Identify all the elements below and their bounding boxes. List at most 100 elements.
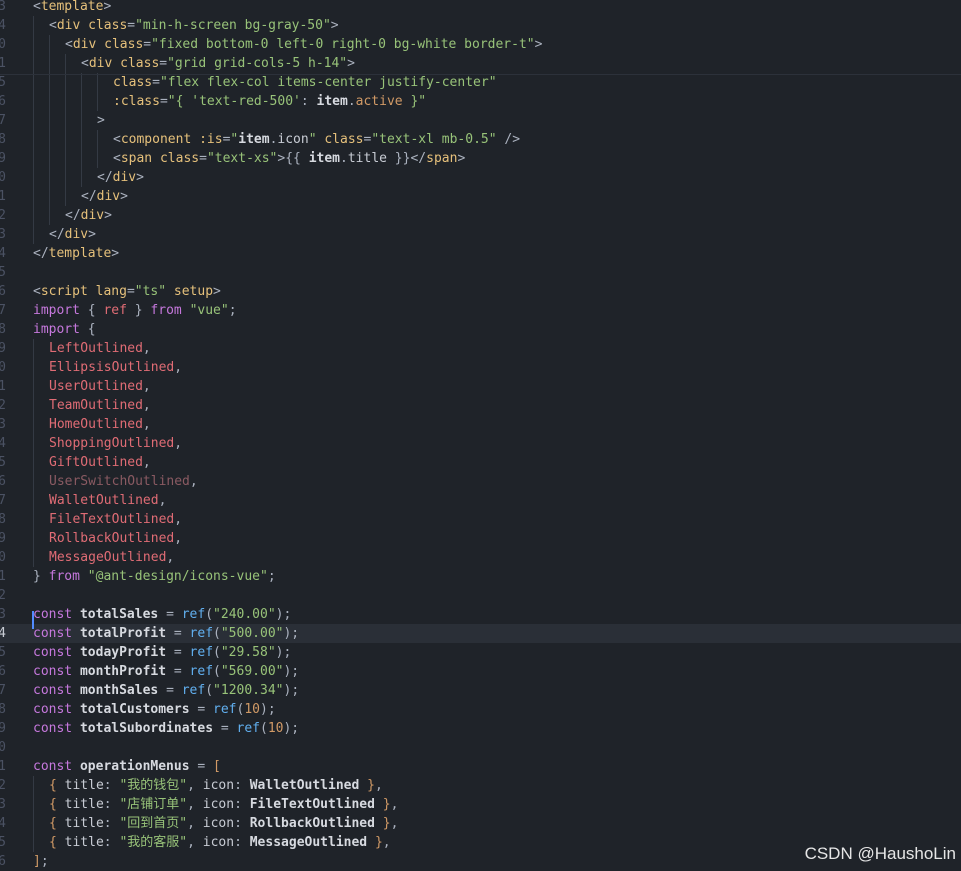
code-token: "500.00" (220, 626, 284, 641)
code-text: <div class="grid grid-cols-5 h-14"> (81, 54, 355, 73)
indent-guide (33, 35, 34, 54)
code-text: </template> (33, 244, 119, 263)
code-text: WalletOutlined, (49, 491, 166, 510)
line-number: 8 (0, 702, 6, 717)
code-token: title (347, 151, 387, 166)
code-token: = (158, 607, 182, 622)
code-token: ref (236, 721, 260, 736)
code-token: = (143, 37, 152, 52)
code-line[interactable]: 6 <script lang="ts" setup> (0, 282, 961, 301)
code-line[interactable]: 5 GiftOutlined, (0, 453, 961, 472)
code-token: } (367, 835, 383, 850)
code-token: , (374, 778, 383, 793)
indent-guide (65, 168, 66, 187)
code-line[interactable]: 1} from "@ant-design/icons-vue"; (0, 567, 961, 586)
code-token: . (340, 151, 348, 166)
code-token: > (103, 0, 112, 14)
code-line[interactable]: 0 (0, 738, 961, 757)
code-line[interactable]: 1 const operationMenus = [ (0, 757, 961, 776)
code-token: : (103, 816, 120, 831)
code-line[interactable]: 3 HomeOutlined, (0, 415, 961, 434)
code-token: FileTextOutlined (249, 797, 375, 812)
code-token: ( (213, 626, 221, 641)
code-line[interactable]: 4 <div class="min-h-screen bg-gray-50"> (0, 16, 961, 35)
line-number: 1 (0, 569, 6, 584)
code-token: icon (202, 816, 235, 831)
code-token: div (96, 189, 121, 204)
indent-guide (33, 833, 34, 852)
code-line[interactable]: 8 const totalCustomers = ref(10); (0, 700, 961, 719)
indent-guide (33, 472, 34, 491)
code-token: totalSales (79, 607, 159, 622)
indent-guide (33, 206, 34, 225)
code-line[interactable]: 8 <component :is="item.icon" class="text-… (0, 130, 961, 149)
code-token: , (187, 816, 203, 831)
line-number: 4 (0, 816, 6, 831)
code-line[interactable]: 2 </div> (0, 206, 961, 225)
line-number: 6 (0, 474, 6, 489)
code-token: script (40, 284, 96, 299)
code-token: } (359, 778, 375, 793)
code-token: icon (202, 778, 235, 793)
line-number: 6 (0, 854, 6, 869)
code-line[interactable]: 1 <div class="grid grid-cols-5 h-14"> (0, 54, 961, 73)
code-line[interactable]: 9 <span class="text-xs">{{ item.title }}<… (0, 149, 961, 168)
code-line[interactable]: 4 ShoppingOutlined, (0, 434, 961, 453)
code-token: . (347, 94, 356, 109)
code-line[interactable]: 6:class="{ 'text-red-500': item.active }… (0, 92, 961, 111)
code-line[interactable]: 7 WalletOutlined, (0, 491, 961, 510)
code-line[interactable]: 5 const todayProfit = ref("29.58"); (0, 643, 961, 662)
code-line[interactable]: 0 </div> (0, 168, 961, 187)
code-editor[interactable]: 3 <template> 4 <div class="min-h-screen bg-… (0, 0, 961, 870)
code-line[interactable]: 9 const totalSubordinates = ref(10); (0, 719, 961, 738)
code-token: UserSwitchOutlined (49, 474, 190, 489)
indent-guide (97, 92, 98, 111)
code-line[interactable]: 5 (0, 263, 961, 282)
code-line[interactable]: 7 > (0, 111, 961, 130)
code-line[interactable]: 6 UserSwitchOutlined, (0, 472, 961, 491)
code-line[interactable]: 7 const monthSales = ref("1200.34"); (0, 681, 961, 700)
code-token: ref (189, 626, 214, 641)
code-line[interactable]: 9 RollbackOutlined, (0, 529, 961, 548)
code-text: <script lang="ts" setup> (33, 282, 221, 301)
indent-guide (49, 149, 50, 168)
code-line[interactable]: 1 UserOutlined, (0, 377, 961, 396)
indent-guide (33, 358, 34, 377)
code-line[interactable]: 0 EllipsisOutlined, (0, 358, 961, 377)
code-line[interactable]: 4 { title: "回到首页", icon: RollbackOutlined… (0, 814, 961, 833)
code-line[interactable]: 5 class="flex flex-col items-center justi… (0, 73, 961, 92)
code-token: : (103, 797, 120, 812)
code-text: </div> (65, 206, 112, 225)
code-line[interactable]: 0 MessageOutlined, (0, 548, 961, 567)
code-text: class="flex flex-col items-center justif… (113, 73, 497, 92)
code-token: todayProfit (79, 645, 167, 660)
code-token: WalletOutlined (249, 778, 360, 793)
code-line[interactable]: 6 const monthProfit = ref("569.00"); (0, 662, 961, 681)
code-line[interactable]: 0 <div class="fixed bottom-0 left-0 right… (0, 35, 961, 54)
code-line[interactable]: 3 const totalSales = ref("240.00"); (0, 605, 961, 624)
code-token: const (33, 721, 80, 736)
code-line[interactable]: 7 import { ref } from "vue"; (0, 301, 961, 320)
code-token: monthProfit (79, 664, 167, 679)
code-line[interactable]: 9 LeftOutlined, (0, 339, 961, 358)
code-token: from (48, 569, 88, 584)
code-token: "@ant-design/icons-vue" (87, 569, 268, 584)
indent-guide (81, 111, 82, 130)
code-token: </ (410, 151, 427, 166)
code-line[interactable]: 3 </div> (0, 225, 961, 244)
indent-guide (33, 54, 34, 73)
code-line[interactable]: 2 (0, 586, 961, 605)
code-line[interactable]: 2 { title: "我的钱包", icon: WalletOutlined }… (0, 776, 961, 795)
line-number: 1 (0, 379, 6, 394)
code-token: > (213, 284, 221, 299)
code-line[interactable]: 3 { title: "店铺订单", icon: FileTextOutlined… (0, 795, 961, 814)
code-token: ); (275, 607, 292, 622)
code-line[interactable]: 4 const totalProfit = ref("500.00"); (0, 624, 961, 643)
code-line[interactable]: 3 <template> (0, 0, 961, 16)
code-line[interactable]: 2 TeamOutlined, (0, 396, 961, 415)
code-line[interactable]: 8 FileTextOutlined, (0, 510, 961, 529)
code-line[interactable]: 1 </div> (0, 187, 961, 206)
code-line[interactable]: 8 import { (0, 320, 961, 339)
code-line[interactable]: 4 </template> (0, 244, 961, 263)
indent-guide (49, 111, 50, 130)
